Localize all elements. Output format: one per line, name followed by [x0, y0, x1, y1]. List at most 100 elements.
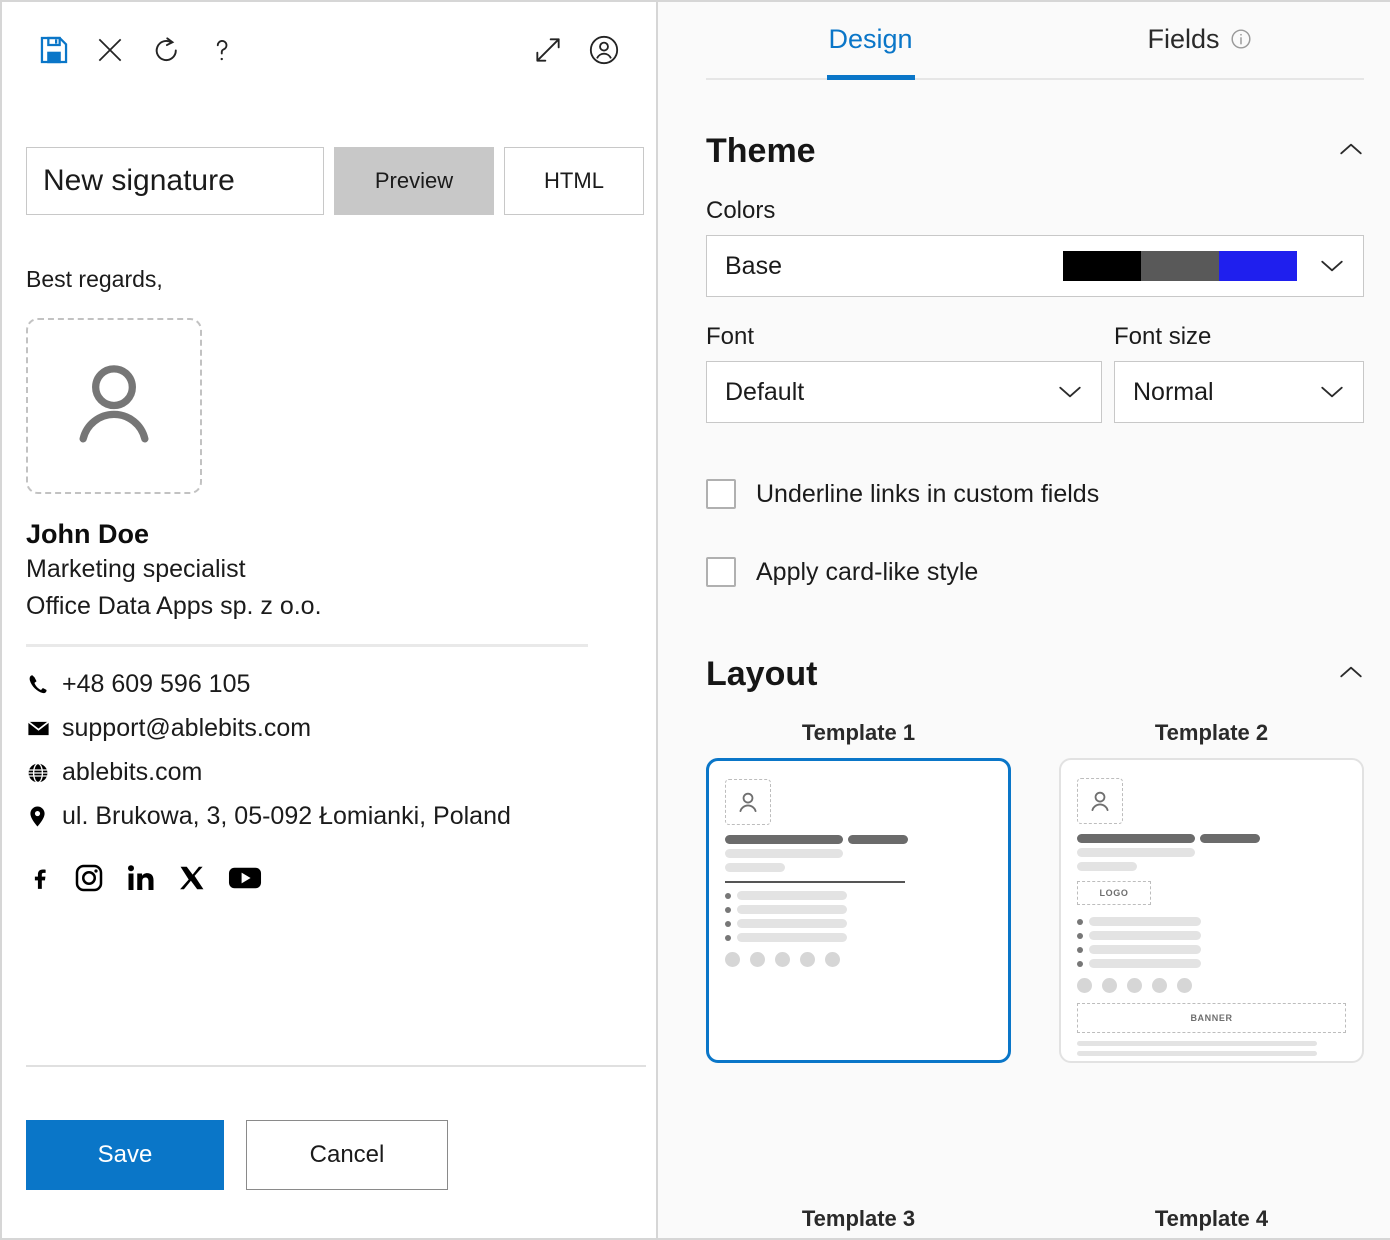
- skeleton-contact-list: [725, 891, 992, 942]
- close-icon[interactable]: [82, 26, 138, 74]
- tab-design[interactable]: Design: [706, 2, 1035, 78]
- chevron-down-icon[interactable]: [1319, 383, 1345, 401]
- signature-editor-window: Preview HTML Best regards, John Doe Mark…: [0, 0, 1390, 1240]
- font-select[interactable]: Default: [706, 361, 1102, 423]
- font-row: Font Default Font size Normal: [706, 297, 1364, 423]
- contact-row-address: ul. Brukowa, 3, 05-092 Łomianki, Poland: [26, 795, 626, 839]
- skeleton-name-row: [1077, 834, 1346, 843]
- contact-value: ablebits.com: [62, 758, 203, 787]
- template-labels-row-2: Template 3 Template 4: [706, 1206, 1364, 1232]
- facebook-icon[interactable]: [26, 862, 52, 894]
- color-swatches: [1063, 251, 1297, 281]
- skeleton-bar: [1200, 834, 1260, 843]
- skeleton-footer-row: [1077, 1061, 1346, 1063]
- help-icon[interactable]: [194, 26, 250, 74]
- skeleton-dot: [725, 920, 731, 927]
- linkedin-icon[interactable]: [126, 863, 156, 893]
- skeleton-avatar: [725, 779, 771, 825]
- template-2-thumbnail[interactable]: LOGO BANNER: [1059, 758, 1364, 1063]
- signature-name-input[interactable]: [26, 147, 324, 215]
- skeleton-social-dot: [1177, 978, 1192, 993]
- skeleton-bullet: [1077, 959, 1346, 968]
- editor-toolbar: [26, 24, 632, 76]
- skeleton-bullet: [1077, 945, 1346, 954]
- skeleton-footer-row: [1077, 1051, 1346, 1056]
- template-1-thumbnail[interactable]: [706, 758, 1011, 1063]
- skeleton-avatar: [1077, 778, 1123, 824]
- skeleton-divider: [725, 881, 905, 883]
- skeleton-bar: [1089, 917, 1201, 926]
- skeleton-bar: [725, 835, 843, 844]
- reset-icon[interactable]: [138, 26, 194, 74]
- skeleton-social-row: [1077, 978, 1346, 993]
- contact-value: support@ablebits.com: [62, 714, 312, 743]
- skeleton-bullet: [725, 905, 992, 914]
- font-size-col: Font size Normal: [1114, 297, 1364, 423]
- font-selected-value: Default: [725, 377, 805, 406]
- skeleton-bar: [1077, 834, 1195, 843]
- color-swatch: [1219, 251, 1297, 281]
- location-pin-icon: [26, 804, 62, 829]
- skeleton-footer-row: [1077, 1041, 1346, 1046]
- chevron-up-icon[interactable]: [1338, 663, 1364, 686]
- expand-icon[interactable]: [520, 26, 576, 74]
- save-button[interactable]: Save: [26, 1120, 224, 1190]
- theme-section-header[interactable]: Theme: [706, 132, 1364, 171]
- skeleton-bar: [848, 835, 908, 844]
- underline-links-checkbox-row[interactable]: Underline links in custom fields: [706, 469, 1364, 519]
- footer-actions: Save Cancel: [26, 1120, 448, 1190]
- skeleton-dot: [725, 892, 731, 899]
- cancel-button[interactable]: Cancel: [246, 1120, 448, 1190]
- skeleton-social-dot: [1127, 978, 1142, 993]
- avatar-placeholder[interactable]: [26, 317, 202, 494]
- skeleton-social-dot: [775, 952, 790, 967]
- skeleton-bar: [737, 905, 847, 914]
- instagram-icon[interactable]: [74, 863, 104, 893]
- template-grid: Template 1 Template 2 LOGO BANNER: [706, 720, 1364, 1063]
- template-3-label: Template 3: [801, 1206, 916, 1231]
- card-like-style-label: Apply card-like style: [756, 557, 979, 586]
- skeleton-company-row: [725, 863, 992, 872]
- skeleton-bar: [737, 919, 847, 928]
- skeleton-bullet: [725, 919, 992, 928]
- signature-divider: [26, 643, 588, 647]
- contact-row-website: ablebits.com: [26, 751, 626, 795]
- color-swatch: [1141, 251, 1219, 281]
- underline-links-label: Underline links in custom fields: [756, 479, 1100, 508]
- skeleton-bar: [725, 849, 843, 858]
- info-icon[interactable]: [1230, 26, 1252, 57]
- skeleton-dot: [1077, 946, 1083, 953]
- skeleton-social-dot: [800, 952, 815, 967]
- underline-links-checkbox[interactable]: [706, 479, 736, 509]
- font-size-select[interactable]: Normal: [1114, 361, 1364, 423]
- chevron-down-icon[interactable]: [1319, 257, 1345, 275]
- card-like-style-checkbox[interactable]: [706, 557, 736, 587]
- preview-tab-button[interactable]: Preview: [334, 147, 494, 215]
- skeleton-social-dot: [725, 952, 740, 967]
- x-twitter-icon[interactable]: [178, 863, 206, 893]
- tab-fields[interactable]: Fields: [1035, 2, 1364, 78]
- skeleton-bullet: [725, 933, 992, 942]
- person-icon: [64, 353, 164, 458]
- chevron-up-icon[interactable]: [1338, 140, 1364, 163]
- template-cell-1: Template 1: [706, 720, 1011, 1063]
- youtube-icon[interactable]: [228, 865, 262, 891]
- chevron-down-icon[interactable]: [1057, 383, 1083, 401]
- skeleton-title-row: [725, 849, 992, 858]
- card-like-style-checkbox-row[interactable]: Apply card-like style: [706, 547, 1364, 597]
- skeleton-social-dot: [1102, 978, 1117, 993]
- account-icon[interactable]: [576, 26, 632, 74]
- signature-contact-list: +48 609 596 105 support@ablebits.com abl…: [26, 663, 626, 839]
- layout-section-header[interactable]: Layout: [706, 655, 1364, 694]
- signature-preview-body: Best regards, John Doe Marketing special…: [26, 266, 626, 901]
- signature-name-row: Preview HTML: [26, 147, 644, 215]
- banner-label: BANNER: [1190, 1013, 1233, 1023]
- contact-row-phone: +48 609 596 105: [26, 663, 626, 707]
- template-2-label: Template 2: [1154, 720, 1269, 745]
- skeleton-bar: [1077, 1041, 1317, 1046]
- save-icon[interactable]: [26, 26, 82, 74]
- skeleton-bar: [1077, 848, 1195, 857]
- colors-select[interactable]: Base: [706, 235, 1364, 297]
- html-tab-button[interactable]: HTML: [504, 147, 644, 215]
- signature-greeting: Best regards,: [26, 266, 163, 292]
